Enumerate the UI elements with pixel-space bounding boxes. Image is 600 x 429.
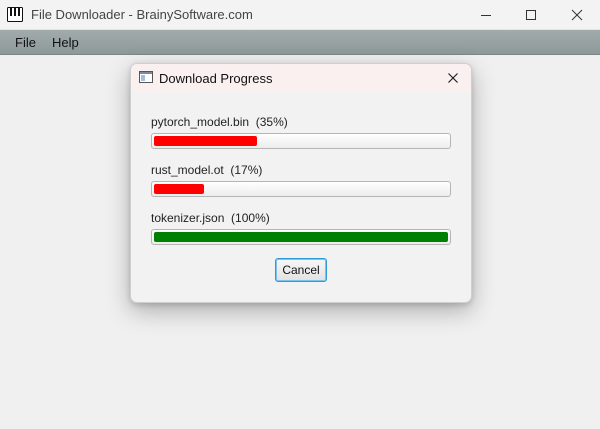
progress-bar-tokenizer xyxy=(151,229,451,245)
menu-file[interactable]: File xyxy=(15,35,36,50)
cancel-button[interactable]: Cancel xyxy=(275,258,327,282)
window-icon xyxy=(139,71,153,83)
window-titlebar: File Downloader - BrainySoftware.com xyxy=(0,0,600,30)
menu-bar: File Help xyxy=(0,30,600,55)
close-icon xyxy=(448,73,458,83)
minimize-icon xyxy=(481,15,491,16)
download-label-pytorch-model: pytorch_model.bin (35%) xyxy=(151,115,288,129)
download-progress-dialog: Download Progress pytorch_model.bin (35%… xyxy=(130,63,472,303)
download-label-tokenizer: tokenizer.json (100%) xyxy=(151,211,270,225)
dialog-close-button[interactable] xyxy=(444,69,462,87)
dialog-title: Download Progress xyxy=(159,71,273,86)
menu-help[interactable]: Help xyxy=(52,35,79,50)
progress-fill-rust-model xyxy=(154,184,204,194)
progress-bar-rust-model xyxy=(151,181,451,197)
progress-bar-pytorch-model xyxy=(151,133,451,149)
dialog-titlebar: Download Progress xyxy=(131,64,471,92)
close-icon xyxy=(571,9,583,21)
progress-fill-tokenizer xyxy=(154,232,448,242)
maximize-button[interactable] xyxy=(508,0,554,30)
app-icon xyxy=(7,7,23,22)
maximize-icon xyxy=(526,10,536,20)
download-label-rust-model: rust_model.ot (17%) xyxy=(151,163,263,177)
minimize-button[interactable] xyxy=(463,0,509,30)
window-title: File Downloader - BrainySoftware.com xyxy=(31,7,253,22)
progress-fill-pytorch-model xyxy=(154,136,257,146)
window-close-button[interactable] xyxy=(554,0,600,30)
